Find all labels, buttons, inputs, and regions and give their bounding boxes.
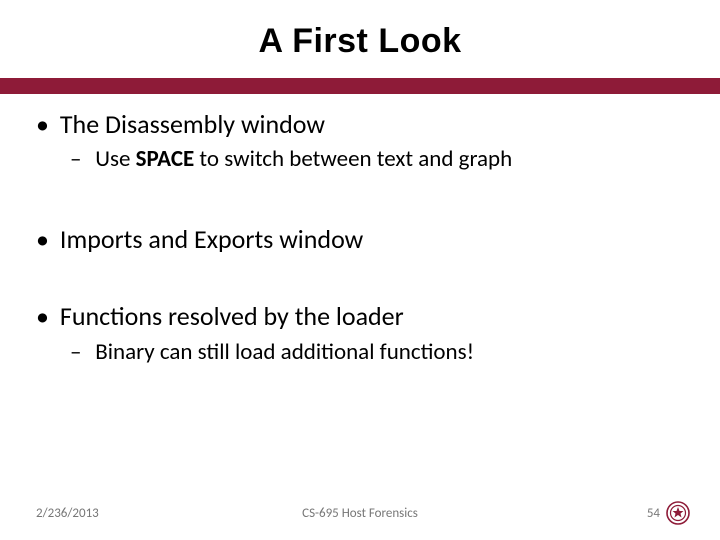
bullet-text-pre: Use — [95, 145, 135, 173]
spacer — [36, 181, 684, 223]
bullet-text: Functions resolved by the loader — [60, 300, 404, 332]
bullet-text: Imports and Exports window — [60, 223, 363, 255]
title-divider-bar — [0, 78, 720, 94]
slide-title: A First Look — [0, 22, 720, 61]
bullet-text: Binary can still load additional functio… — [95, 338, 474, 366]
spacer — [36, 260, 684, 300]
bullet-level2: Binary can still load additional functio… — [36, 338, 684, 368]
bullet-level1: Functions resolved by the loader — [36, 300, 684, 333]
footer-right: 54 — [647, 501, 690, 525]
slide: A First Look The Disassembly window Use … — [0, 0, 720, 540]
bullet-level2: Use SPACE to switch between text and gra… — [36, 145, 684, 175]
bullet-level1: Imports and Exports window — [36, 223, 684, 256]
page-number: 54 — [647, 506, 660, 521]
title-area: A First Look — [0, 0, 720, 69]
bullet-level1: The Disassembly window — [36, 108, 684, 141]
bullet-text-post: to switch between text and graph — [194, 145, 512, 173]
slide-footer: 2/236/2013 CS-695 Host Forensics 54 — [0, 500, 720, 526]
footer-course: CS-695 Host Forensics — [302, 506, 418, 521]
footer-date: 2/236/2013 — [36, 506, 99, 521]
seal-logo-icon — [666, 501, 690, 525]
slide-body: The Disassembly window Use SPACE to swit… — [36, 108, 684, 374]
bullet-text-bold: SPACE — [136, 145, 195, 173]
bullet-text: The Disassembly window — [60, 108, 325, 140]
